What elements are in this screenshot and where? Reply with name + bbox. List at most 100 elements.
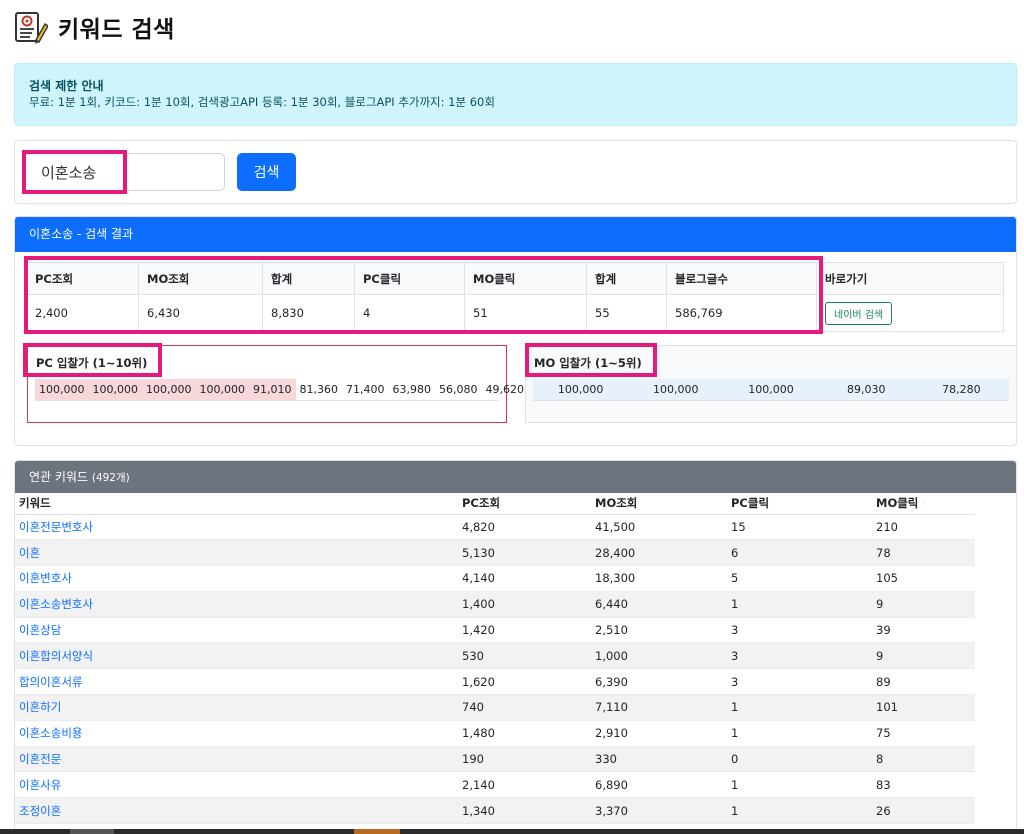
- search-button[interactable]: 검색: [237, 153, 296, 191]
- mo-clicks-cell: 9: [872, 642, 975, 670]
- pc-views-cell: 4,820: [458, 514, 591, 541]
- table-row: 이혼변호사 4,140 18,300 5 105: [15, 565, 975, 592]
- pc-bid-rank-3: 100,000: [142, 379, 196, 400]
- col-keyword[interactable]: 키워드: [15, 493, 458, 515]
- keyword-link[interactable]: 이혼상담: [19, 623, 61, 637]
- col-mo-views: MO조회: [138, 262, 263, 295]
- pc-bid-rank-7: 71,400: [346, 383, 385, 396]
- keyword-link[interactable]: 이혼전문: [19, 752, 61, 766]
- pc-clicks-cell: 1: [727, 591, 872, 618]
- result-header: 이혼소송 - 검색 결과: [15, 217, 1016, 252]
- keyword-cell: 이혼전문변호사: [15, 514, 458, 541]
- mo-views-cell: 2,910: [591, 720, 727, 747]
- pc-clicks-cell: 1: [727, 797, 872, 825]
- table-row: 이혼상담 1,420 2,510 3 39: [15, 617, 975, 644]
- keyword-link[interactable]: 이혼하기: [19, 700, 61, 714]
- page-header: 키워드 검색: [14, 10, 175, 44]
- keyword-cell: 조정이혼: [15, 797, 458, 825]
- keyword-link[interactable]: 조정이혼: [19, 804, 61, 818]
- blog-count-value: 586,769: [666, 294, 817, 332]
- col-kw-mo-clicks[interactable]: MO클릭 ·: [872, 493, 975, 515]
- table-row: 이혼전문 190 330 0 8: [15, 746, 975, 773]
- col-views-total: 합계: [262, 262, 355, 295]
- col-pc-clicks: PC클릭: [354, 262, 465, 295]
- mo-views-value: 6,430: [138, 294, 263, 332]
- keyword-link[interactable]: 이혼사유: [19, 778, 61, 792]
- keyword-cell: 이혼상담: [15, 617, 458, 644]
- keyword-link[interactable]: 이혼전문변호사: [19, 520, 93, 534]
- mo-views-cell: 6,890: [591, 771, 727, 799]
- keyword-cell: 이혼변호사: [15, 565, 458, 592]
- pc-bid-rank-6: 81,360: [299, 383, 339, 396]
- keyword-link[interactable]: 이혼소송비용: [19, 726, 82, 740]
- search-stats-table: PC조회 MO조회 합계 PC클릭 MO클릭 합계 블로그글수 바로가기 2,4…: [26, 262, 1004, 332]
- mo-clicks-value: 51: [464, 294, 587, 332]
- table-row: 이혼소송변호사 1,400 6,440 1 9: [15, 591, 975, 618]
- mo-views-cell: 18,300: [591, 565, 727, 592]
- keyword-link[interactable]: 이혼: [19, 546, 40, 560]
- table-row: 이혼소송비용 1,480 2,910 1 75: [15, 720, 975, 747]
- page-title: 키워드 검색: [58, 17, 175, 43]
- keyword-link[interactable]: 이혼변호사: [19, 571, 72, 585]
- col-kw-mo-views[interactable]: MO조회: [591, 493, 727, 515]
- mo-views-cell: 1,000: [591, 642, 727, 670]
- mo-bid-rank-4: 89,030: [846, 383, 886, 396]
- shortcut-cell: 네이버 검색: [816, 294, 1004, 332]
- pc-clicks-value: 4: [354, 294, 465, 332]
- col-shortcut: 바로가기: [816, 262, 1004, 295]
- search-limit-notice: 검색 제한 안내 무료: 1분 1회, 키코드: 1분 10회, 검색광고API…: [14, 63, 1017, 126]
- keyword-link[interactable]: 합의이혼서류: [19, 675, 82, 689]
- col-clicks-total: 합계: [586, 262, 667, 295]
- pc-clicks-cell: 15: [727, 514, 872, 541]
- pc-clicks-cell: 1: [727, 720, 872, 747]
- pc-clicks-cell: 5: [727, 565, 872, 592]
- naver-search-button[interactable]: 네이버 검색: [825, 301, 893, 325]
- pc-views-cell: 530: [458, 642, 591, 670]
- pc-bid-rank-8: 63,980: [392, 383, 432, 396]
- mo-views-cell: 7,110: [591, 694, 727, 721]
- col-kw-pc-clicks-label: PC클릭: [731, 496, 770, 511]
- search-result-card: 이혼소송 - 검색 결과 PC조회 MO조회 합계 PC클릭 MO클릭 합계 블…: [14, 216, 1017, 446]
- keyword-link[interactable]: 이혼소송변호사: [19, 597, 93, 611]
- pc-bid-rank-4: 100,000: [195, 379, 249, 400]
- mo-bid-rank-1: 100,000: [557, 383, 604, 396]
- keyword-cell: 이혼: [15, 539, 458, 567]
- mo-bid-panel: MO 입찰가 (1~5위) 100,000 100,000 100,000 89…: [525, 345, 1016, 423]
- mo-views-cell: 6,440: [591, 591, 727, 618]
- keyword-link[interactable]: 이혼합의서양식: [19, 649, 93, 663]
- col-kw-pc-views[interactable]: PC조회: [458, 493, 591, 515]
- pc-bid-panel: PC 입찰가 (1~10위) 100,000 100,000 100,000 1…: [27, 345, 524, 423]
- pc-clicks-cell: 3: [727, 617, 872, 644]
- table-row: 이혼 5,130 28,400 6 78: [15, 539, 975, 567]
- table-row: 이혼하기 740 7,110 1 101: [15, 694, 975, 721]
- keyword-search-input[interactable]: [24, 153, 225, 191]
- pc-bid-title: PC 입찰가 (1~10위): [36, 356, 148, 370]
- keyword-cell: 합의이혼서류: [15, 668, 458, 696]
- pc-views-value: 2,400: [26, 294, 139, 332]
- mo-views-cell: 2,510: [591, 617, 727, 644]
- pc-bid-row: 100,000 100,000 100,000 100,000 91,010 8…: [35, 379, 524, 401]
- keyword-cell: 이혼전문: [15, 746, 458, 773]
- mo-clicks-cell: 78: [872, 539, 975, 567]
- keyword-cell: 이혼사유: [15, 771, 458, 799]
- mo-bid-title: MO 입찰가 (1~5위): [534, 356, 642, 370]
- mo-bid-rank-3: 100,000: [748, 383, 794, 396]
- mo-clicks-cell: 9: [872, 591, 975, 618]
- mo-views-cell: 3,370: [591, 797, 727, 825]
- mo-views-cell: 330: [591, 746, 727, 773]
- pc-clicks-cell: 1: [727, 771, 872, 799]
- table-row: 이혼합의서양식 530 1,000 3 9: [15, 642, 975, 670]
- mo-clicks-cell: 26: [872, 797, 975, 825]
- col-kw-pc-clicks[interactable]: PC클릭 ·: [727, 493, 872, 515]
- pc-views-cell: 2,140: [458, 771, 591, 799]
- taskbar-strip: [0, 829, 1024, 834]
- pc-clicks-cell: 1: [727, 694, 872, 721]
- mo-bid-row: 100,000 100,000 100,000 89,030 78,280: [533, 379, 1009, 401]
- pc-bid-rank-10: 49,620: [485, 383, 525, 396]
- table-row: 합의이혼서류 1,620 6,390 3 89: [15, 668, 975, 696]
- table-row: 조정이혼 1,340 3,370 1 26: [15, 797, 975, 825]
- pc-clicks-cell: 3: [727, 668, 872, 696]
- notice-title: 검색 제한 안내: [29, 79, 104, 93]
- related-keywords-card: 연관 키워드 (492개) 키워드 PC조회 MO조회 PC클릭 · MO클릭 …: [14, 460, 1017, 834]
- sort-icon: ·: [922, 500, 926, 511]
